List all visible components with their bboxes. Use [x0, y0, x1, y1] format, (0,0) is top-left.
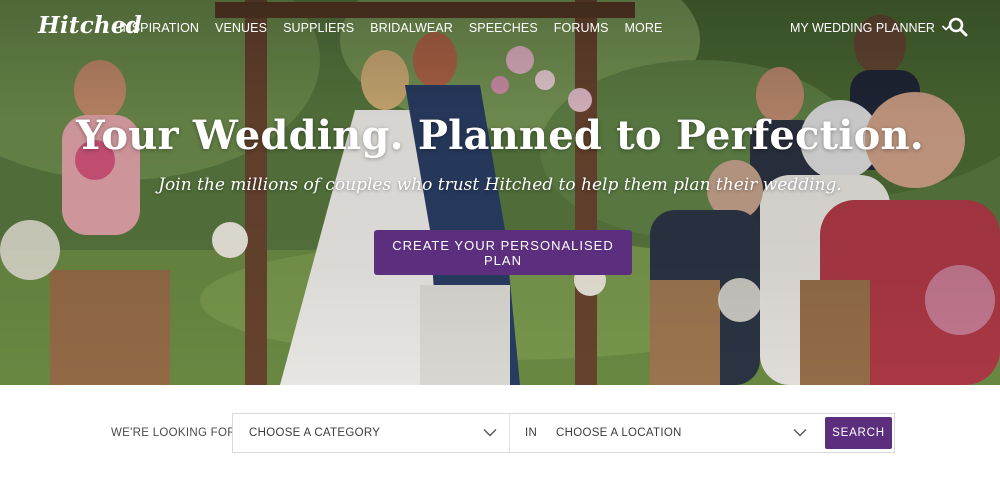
nav-item-venues[interactable]: VENUES	[215, 21, 267, 35]
nav-item-bridalwear[interactable]: BRIDALWEAR	[370, 21, 453, 35]
nav-item-speeches[interactable]: SPEECHES	[469, 21, 538, 35]
search-icon[interactable]	[948, 17, 968, 37]
nav-links: INSPIRATION VENUES SUPPLIERS BRIDALWEAR …	[119, 21, 678, 35]
looking-for-label: WE'RE LOOKING FOR	[111, 427, 236, 439]
planner-label: MY WEDDING PLANNER	[790, 21, 935, 35]
hero-subtitle: Join the millions of couples who trust H…	[158, 175, 842, 195]
vendor-search-form: CHOOSE A CATEGORY IN CHOOSE A LOCATION S…	[232, 413, 895, 453]
hero-title: Your Wedding. Planned to Perfection.	[76, 112, 924, 159]
in-label: IN	[525, 427, 538, 439]
my-wedding-planner-menu[interactable]: MY WEDDING PLANNER	[790, 21, 951, 35]
category-value: CHOOSE A CATEGORY	[249, 427, 381, 439]
nav-item-suppliers[interactable]: SUPPLIERS	[283, 21, 354, 35]
nav-item-more[interactable]: MORE	[625, 21, 663, 35]
top-nav: Hitched INSPIRATION VENUES SUPPLIERS BRI…	[0, 0, 1000, 56]
location-select[interactable]: CHOOSE A LOCATION	[543, 414, 823, 452]
location-value: CHOOSE A LOCATION	[556, 427, 682, 439]
chevron-down-icon	[793, 429, 807, 437]
create-plan-button[interactable]: CREATE YOUR PERSONALISED PLAN	[374, 230, 632, 275]
category-select[interactable]: CHOOSE A CATEGORY	[233, 414, 510, 452]
nav-item-forums[interactable]: FORUMS	[554, 21, 609, 35]
chevron-down-icon	[483, 429, 497, 437]
nav-item-inspiration[interactable]: INSPIRATION	[119, 21, 199, 35]
search-button[interactable]: SEARCH	[825, 417, 892, 449]
